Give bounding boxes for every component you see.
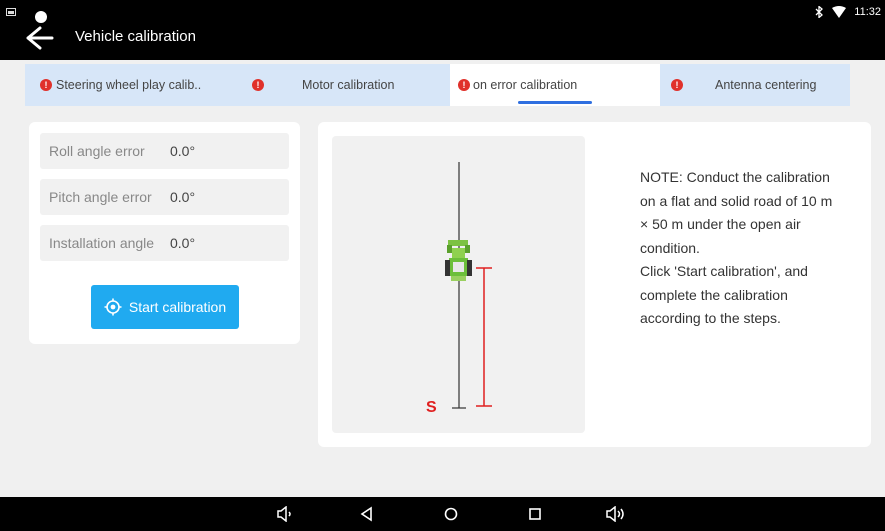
recents-nav-button[interactable] xyxy=(526,506,544,522)
tab-label: Antenna centering xyxy=(715,78,817,92)
clock-time: 11:32 xyxy=(854,6,881,18)
start-calibration-button[interactable]: Start calibration xyxy=(91,285,239,329)
calibration-diagram: S xyxy=(332,136,585,433)
back-triangle-icon xyxy=(360,506,372,522)
system-navigation-bar xyxy=(0,497,885,531)
field-value: 0.0° xyxy=(170,189,196,205)
tab-label: Steering wheel play calib.. xyxy=(56,78,202,92)
back-button[interactable] xyxy=(22,10,62,54)
error-icon: ! xyxy=(252,79,264,91)
home-circle-icon xyxy=(444,507,458,521)
field-value: 0.0° xyxy=(170,235,196,251)
field-value: 0.0° xyxy=(170,143,196,159)
error-icon: ! xyxy=(671,79,683,91)
home-nav-button[interactable] xyxy=(442,506,460,522)
error-icon: ! xyxy=(458,79,470,91)
volume-up-icon xyxy=(606,505,624,523)
field-label: Pitch angle error xyxy=(49,189,152,205)
bluetooth-icon xyxy=(815,6,824,18)
field-label: Installation angle error xyxy=(49,235,158,251)
instruction-panel: S NOTE: Conduct the calibration on a fla… xyxy=(318,122,871,447)
volume-down-button[interactable] xyxy=(276,505,294,523)
start-calibration-label: Start calibration xyxy=(128,299,227,315)
volume-up-button[interactable] xyxy=(605,505,627,523)
tab-label: on error calibration xyxy=(473,78,578,92)
back-arrow-icon xyxy=(26,11,54,50)
field-label: Roll angle error xyxy=(49,143,145,159)
wifi-icon xyxy=(832,6,847,18)
angle-error-panel: Roll angle error 0.0° Pitch angle error … xyxy=(29,122,300,344)
pitch-angle-error-field: Pitch angle error 0.0° xyxy=(40,179,289,215)
title-bar: Vehicle calibration 11:32 xyxy=(0,0,885,60)
tab-antenna-centering[interactable]: ! Antenna centering xyxy=(660,64,850,106)
tab-label: Motor calibration xyxy=(302,78,395,92)
gallery-notification-icon xyxy=(6,8,16,16)
recents-square-icon xyxy=(529,508,541,520)
distance-measure-line xyxy=(476,267,492,407)
calibration-tabs: ! Steering wheel play calib.. ! Motor ca… xyxy=(25,64,850,106)
volume-down-icon xyxy=(277,505,291,523)
roll-angle-error-field: Roll angle error 0.0° xyxy=(40,133,289,169)
status-bar: 11:32 xyxy=(815,6,881,18)
back-nav-button[interactable] xyxy=(358,506,376,522)
error-icon: ! xyxy=(40,79,52,91)
tab-installation-error-calibration[interactable]: ! on error calibration xyxy=(450,64,660,106)
tab-steering-wheel-play[interactable]: ! Steering wheel play calib.. xyxy=(25,64,250,106)
distance-label: S xyxy=(426,399,437,416)
target-icon xyxy=(104,298,122,316)
active-tab-indicator xyxy=(518,101,592,104)
page-title: Vehicle calibration xyxy=(75,28,196,45)
installation-angle-error-field: Installation angle error 0.0° xyxy=(40,225,289,261)
tab-motor-calibration[interactable]: ! Motor calibration xyxy=(250,64,450,106)
calibration-note: NOTE: Conduct the calibration on a flat … xyxy=(640,169,833,326)
